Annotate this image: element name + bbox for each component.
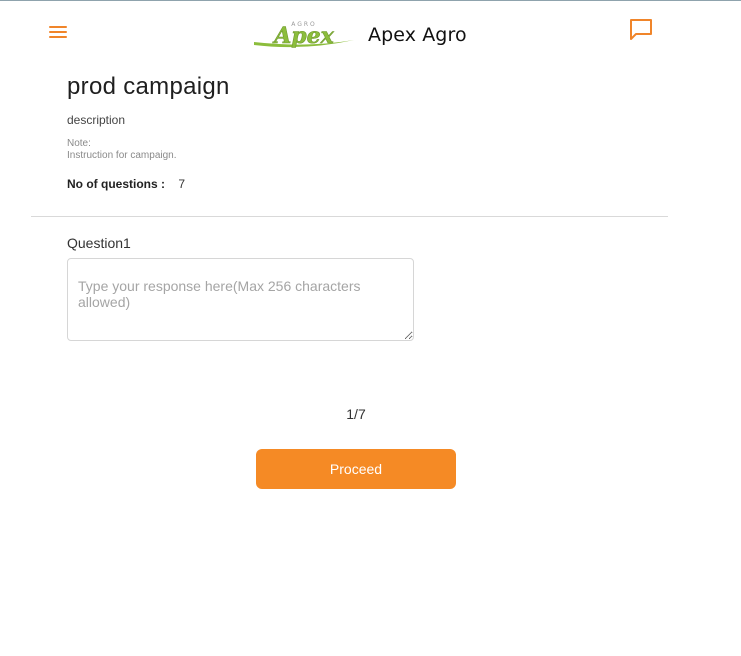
question-count-label: No of questions :: [67, 177, 165, 191]
section-divider: [31, 216, 668, 217]
brand: AGRO Apex Apex Agro: [252, 18, 467, 52]
response-textarea[interactable]: [67, 258, 414, 341]
app-name: Apex Agro: [368, 24, 467, 46]
menu-icon[interactable]: [48, 23, 70, 43]
chat-icon[interactable]: [628, 18, 654, 42]
campaign-title: prod campaign: [67, 73, 230, 100]
proceed-button[interactable]: Proceed: [256, 449, 456, 489]
question-count: No of questions : 7: [67, 177, 667, 191]
campaign-description: description: [67, 113, 126, 127]
note-text: Instruction for campaign.: [67, 150, 177, 161]
question-label: Question1: [67, 235, 131, 251]
question-count-value: 7: [178, 177, 186, 191]
svg-text:Apex: Apex: [272, 23, 334, 49]
app-header: AGRO Apex Apex Agro: [0, 1, 741, 61]
apex-logo: AGRO Apex: [254, 21, 354, 49]
note-label: Note:: [67, 138, 91, 149]
campaign-info: prod campaign description Note: Instruct…: [67, 70, 667, 191]
page-indicator: 1/7: [346, 406, 366, 422]
